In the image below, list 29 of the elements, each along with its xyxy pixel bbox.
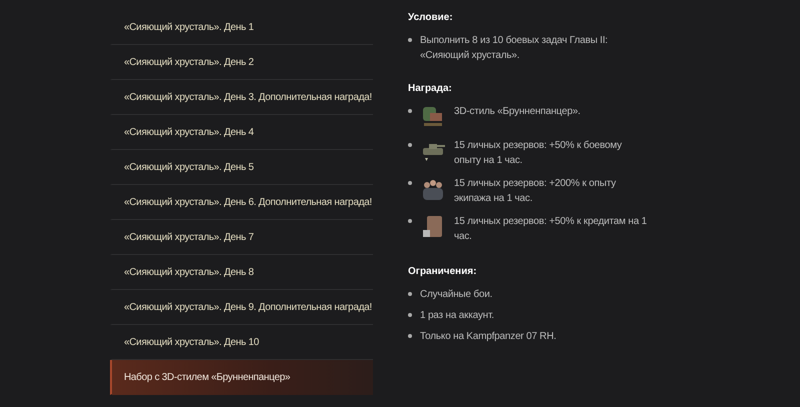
mission-item[interactable]: «Сияющий хрусталь». День 2 <box>110 45 373 80</box>
mission-item[interactable]: «Сияющий хрусталь». День 8 <box>110 255 373 290</box>
mission-item[interactable]: «Сияющий хрусталь». День 5 <box>110 150 373 185</box>
mission-item[interactable]: «Сияющий хрусталь». День 1 <box>110 10 373 45</box>
section-heading: Награда: <box>408 83 453 94</box>
bullet-icon <box>408 313 412 317</box>
mission-item[interactable]: «Сияющий хрусталь». День 3. Дополнительная награда! <box>110 80 373 115</box>
restriction-text: Только на Kampfpanzer 07 RH. <box>420 330 556 344</box>
mission-item[interactable]: «Сияющий хрусталь». День 9. Дополнительная награда! <box>110 290 373 325</box>
section-heading: Ограничения: <box>408 266 478 277</box>
bullet-icon <box>408 38 412 42</box>
mission-item[interactable]: «Сияющий хрусталь». День 6. Дополнительная награда! <box>110 185 373 220</box>
mission-item[interactable]: «Сияющий хрусталь». День 7 <box>110 220 373 255</box>
bullet-icon <box>408 219 412 223</box>
reward-text: 3D-стиль «Брунненпанцер». <box>454 105 580 119</box>
bullet-icon <box>408 334 412 338</box>
bullet-icon <box>408 143 412 147</box>
restriction-text: 1 раз на аккаунт. <box>420 309 494 323</box>
condition-text: Выполнить 8 из 10 боевых задач Главы II: «Сияющий хрусталь». <box>420 34 609 63</box>
restriction-text: Случайные бои. <box>420 288 492 302</box>
reward-text: 15 личных резервов: +50% к кредитам на 1 час. <box>454 215 648 244</box>
mission-item[interactable]: «Сияющий хрусталь». День 4 <box>110 115 373 150</box>
reward-text: 15 личных резервов: +200% к опыту экипажа на 1 час. <box>454 177 617 206</box>
bullet-icon <box>408 181 412 185</box>
reward-text: 15 личных резервов: +50% к боевому опыту на 1 час. <box>454 139 623 168</box>
bullet-icon <box>408 109 412 113</box>
mission-item[interactable]: Набор с 3D-стилем «Брунненпанцер» <box>110 360 373 395</box>
bullet-icon <box>408 292 412 296</box>
section-heading: Условие: <box>408 12 454 23</box>
